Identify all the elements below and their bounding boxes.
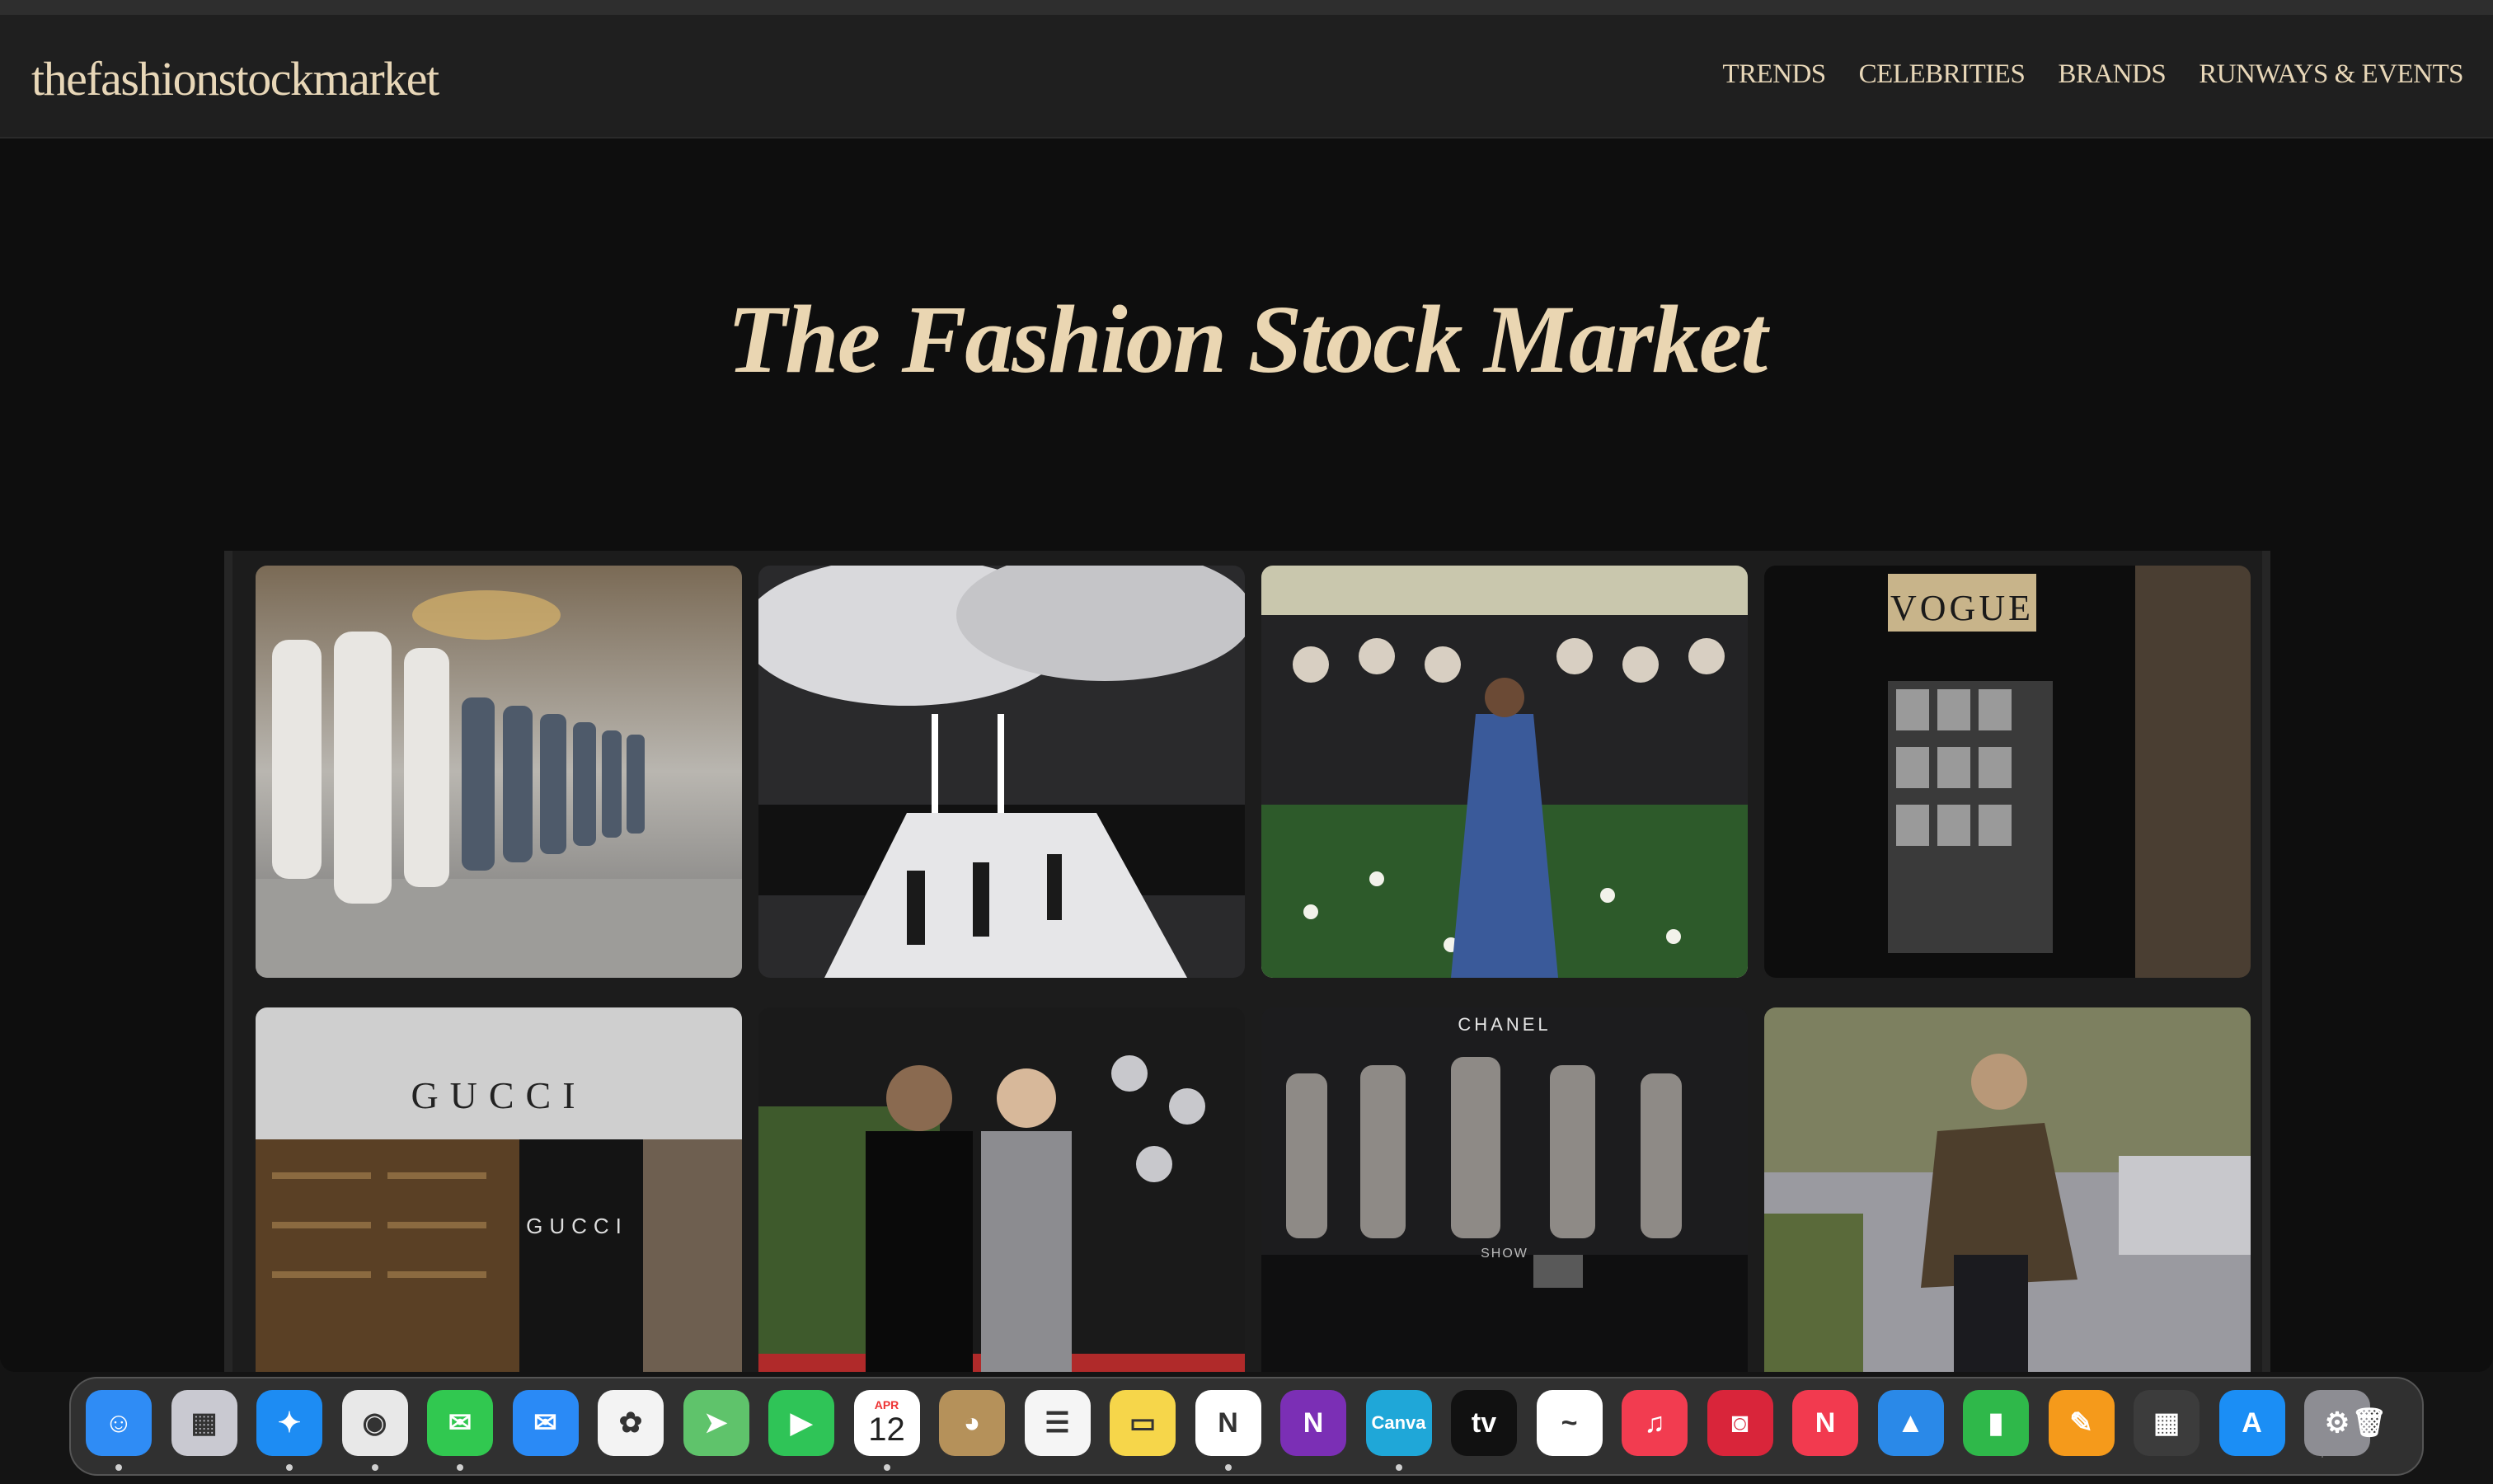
- chrome-icon[interactable]: ◉: [341, 1390, 408, 1456]
- calendar-icon[interactable]: APR 12: [853, 1390, 920, 1456]
- contacts-icon[interactable]: ◕: [939, 1390, 1005, 1456]
- trash-icon[interactable]: 🗑: [2336, 1390, 2402, 1456]
- finder-icon[interactable]: ☺: [86, 1390, 152, 1456]
- nav-brands[interactable]: BRANDS: [2058, 59, 2166, 90]
- photos-icon[interactable]: ✿: [598, 1390, 664, 1456]
- finder-running-indicator: [115, 1464, 122, 1471]
- onenote-icon[interactable]: N: [1280, 1390, 1346, 1456]
- runway-models-photo[interactable]: [256, 566, 742, 978]
- app-store-icon[interactable]: A: [2218, 1390, 2285, 1456]
- freeform-icon[interactable]: ~: [1536, 1390, 1603, 1456]
- gucci-sign: GUCCI: [411, 1074, 587, 1116]
- street-style-photo[interactable]: [1764, 1007, 2251, 1372]
- apple-tv-icon[interactable]: tv: [1451, 1390, 1517, 1456]
- notion-running-indicator: [1224, 1464, 1232, 1471]
- chrome-running-indicator: [371, 1464, 378, 1471]
- reminders-glyph: ☰: [1045, 1407, 1070, 1439]
- reminders-icon[interactable]: ☰: [1024, 1390, 1091, 1456]
- messages-icon[interactable]: ✉: [427, 1390, 493, 1456]
- canva-running-indicator: [1395, 1464, 1402, 1471]
- mail-glyph: ✉: [533, 1407, 557, 1439]
- gucci-store-photo[interactable]: GUCCI GUCCI: [256, 1007, 742, 1372]
- safari-icon[interactable]: ✦: [256, 1390, 322, 1456]
- nav-celebrities[interactable]: CELEBRITIES: [1859, 59, 2026, 90]
- notes-glyph: ▭: [1129, 1407, 1157, 1439]
- browser-window: thefashionstockmarket TRENDS CELEBRITIES…: [0, 0, 2493, 1372]
- apple-tv-glyph: tv: [1471, 1407, 1497, 1439]
- maps-icon[interactable]: ➤: [683, 1390, 749, 1456]
- onenote-glyph: N: [1303, 1407, 1324, 1439]
- met-gala-zendaya-photo[interactable]: [1261, 566, 1748, 978]
- calculator-glyph: ▦: [2153, 1407, 2181, 1439]
- pages-glyph: ✎: [2069, 1407, 2093, 1439]
- launchpad-icon[interactable]: ▦: [171, 1390, 237, 1456]
- nav-runways-events[interactable]: RUNWAYS & EVENTS: [2199, 59, 2463, 90]
- launchpad-glyph: ▦: [190, 1407, 218, 1439]
- safari-running-indicator: [286, 1464, 293, 1471]
- safari-glyph: ✦: [277, 1407, 302, 1439]
- gucci-door-sign: GUCCI: [526, 1214, 628, 1238]
- messages-running-indicator: [457, 1464, 463, 1471]
- vogue-newsstand-photo[interactable]: VOGUE: [1764, 566, 2251, 978]
- dock: ☺ ▦ ✦ ◉ ✉ ✉ ✿ ➤ ▶ APR 12 ◕ ☰ ▭ N N Canva tv ~ ♫ ◙ N ▲ ▮ ✎ ▦ A ⚙ 🗑: [69, 1377, 2424, 1476]
- calculator-icon[interactable]: ▦: [2134, 1390, 2200, 1456]
- notes-icon[interactable]: ▭: [1110, 1390, 1176, 1456]
- photos-glyph: ✿: [618, 1407, 643, 1439]
- keynote-icon[interactable]: ▲: [1877, 1390, 1944, 1456]
- chanel-show-photo[interactable]: CHANEL SHOW: [1261, 1007, 1748, 1372]
- chanel-title: CHANEL: [1458, 1014, 1552, 1035]
- photo-booth-glyph: ◙: [1731, 1407, 1749, 1439]
- nav-trends[interactable]: TRENDS: [1722, 59, 1826, 90]
- news-icon[interactable]: N: [1792, 1390, 1858, 1456]
- numbers-glyph: ▮: [1988, 1407, 2004, 1439]
- music-icon[interactable]: ♫: [1622, 1390, 1688, 1456]
- calendar-running-indicator: [883, 1464, 890, 1471]
- mail-icon[interactable]: ✉: [512, 1390, 579, 1456]
- photo-booth-icon[interactable]: ◙: [1707, 1390, 1773, 1456]
- music-glyph: ♫: [1644, 1407, 1665, 1439]
- site-header: thefashionstockmarket TRENDS CELEBRITIES…: [0, 15, 2493, 139]
- app-store-glyph: A: [2242, 1407, 2262, 1439]
- messages-glyph: ✉: [448, 1407, 472, 1439]
- photo-gallery: VOGUE GUCCI GUCCI CHANEL SHOW: [224, 551, 2270, 1372]
- keynote-glyph: ▲: [1896, 1407, 1925, 1439]
- vogue-sign: VOGUE: [1890, 588, 2034, 628]
- hero-title: The Fashion Stock Market: [726, 285, 1768, 393]
- finder-glyph: ☺: [104, 1407, 134, 1439]
- trash-glyph: 🗑: [2351, 1407, 2387, 1439]
- notion-glyph: N: [1218, 1407, 1238, 1439]
- numbers-icon[interactable]: ▮: [1963, 1390, 2029, 1456]
- facetime-icon[interactable]: ▶: [768, 1390, 834, 1456]
- canva-glyph: Canva: [1371, 1412, 1426, 1433]
- contacts-glyph: ◕: [963, 1407, 981, 1439]
- runway-show-photo[interactable]: [758, 566, 1245, 978]
- chrome-glyph: ◉: [362, 1407, 387, 1439]
- facetime-glyph: ▶: [790, 1407, 813, 1439]
- pages-icon[interactable]: ✎: [2048, 1390, 2115, 1456]
- show-label: SHOW: [1481, 1247, 1528, 1261]
- site-logo[interactable]: thefashionstockmarket: [31, 51, 439, 106]
- main-nav: TRENDS CELEBRITIES BRANDS RUNWAYS & EVEN…: [1722, 59, 2463, 90]
- celebrity-couple-photo[interactable]: [758, 1007, 1245, 1372]
- calendar-month: APR: [874, 1398, 899, 1411]
- news-glyph: N: [1815, 1407, 1836, 1439]
- maps-glyph: ➤: [704, 1407, 728, 1439]
- freeform-glyph: ~: [1561, 1407, 1578, 1439]
- canva-icon[interactable]: Canva: [1365, 1390, 1432, 1456]
- notion-icon[interactable]: N: [1195, 1390, 1261, 1456]
- calendar-day: 12: [868, 1411, 905, 1448]
